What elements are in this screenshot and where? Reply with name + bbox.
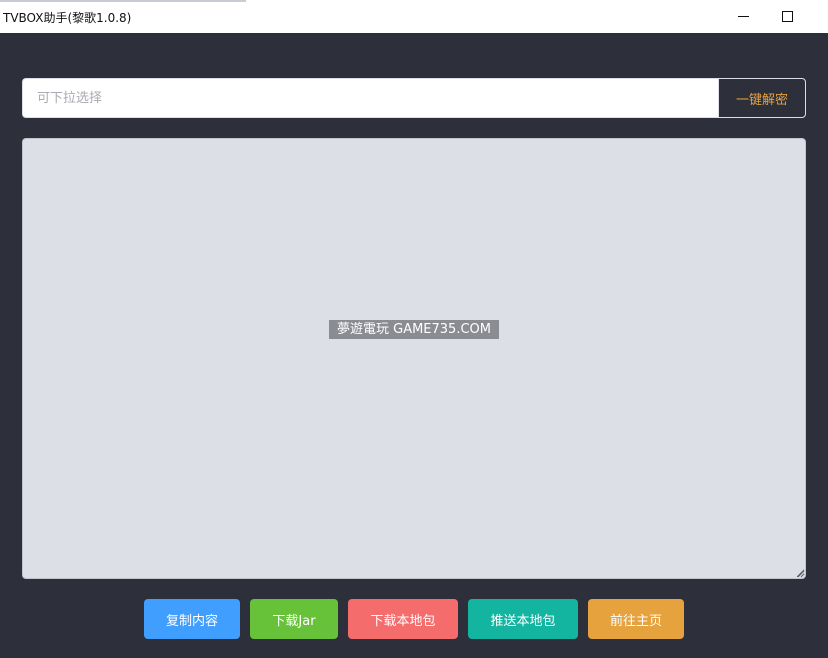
- copy-content-button[interactable]: 复制内容: [144, 599, 240, 639]
- download-jar-button[interactable]: 下载Jar: [250, 599, 338, 639]
- push-local-package-button[interactable]: 推送本地包: [468, 599, 578, 639]
- content-textarea[interactable]: [22, 138, 806, 579]
- app-body: 一键解密 夢遊電玩 GAME735.COM 复制内容 下载Jar 下载本地包 推…: [0, 33, 828, 658]
- title-bar-accent: [0, 0, 246, 2]
- action-bar: 复制内容 下载Jar 下载本地包 推送本地包 前往主页: [0, 599, 828, 639]
- source-select-row: 一键解密: [22, 78, 806, 118]
- minimize-icon: [737, 16, 749, 17]
- decrypt-button[interactable]: 一键解密: [718, 78, 806, 118]
- minimize-button[interactable]: [720, 0, 766, 33]
- download-local-package-button[interactable]: 下载本地包: [348, 599, 458, 639]
- watermark: 夢遊電玩 GAME735.COM: [329, 320, 499, 339]
- maximize-button[interactable]: [764, 0, 810, 33]
- title-bar: TVBOX助手(黎歌1.0.8): [0, 0, 828, 33]
- maximize-icon: [781, 11, 793, 22]
- window-title: TVBOX助手(黎歌1.0.8): [3, 11, 132, 25]
- go-homepage-button[interactable]: 前往主页: [588, 599, 684, 639]
- source-select-input[interactable]: [22, 78, 718, 118]
